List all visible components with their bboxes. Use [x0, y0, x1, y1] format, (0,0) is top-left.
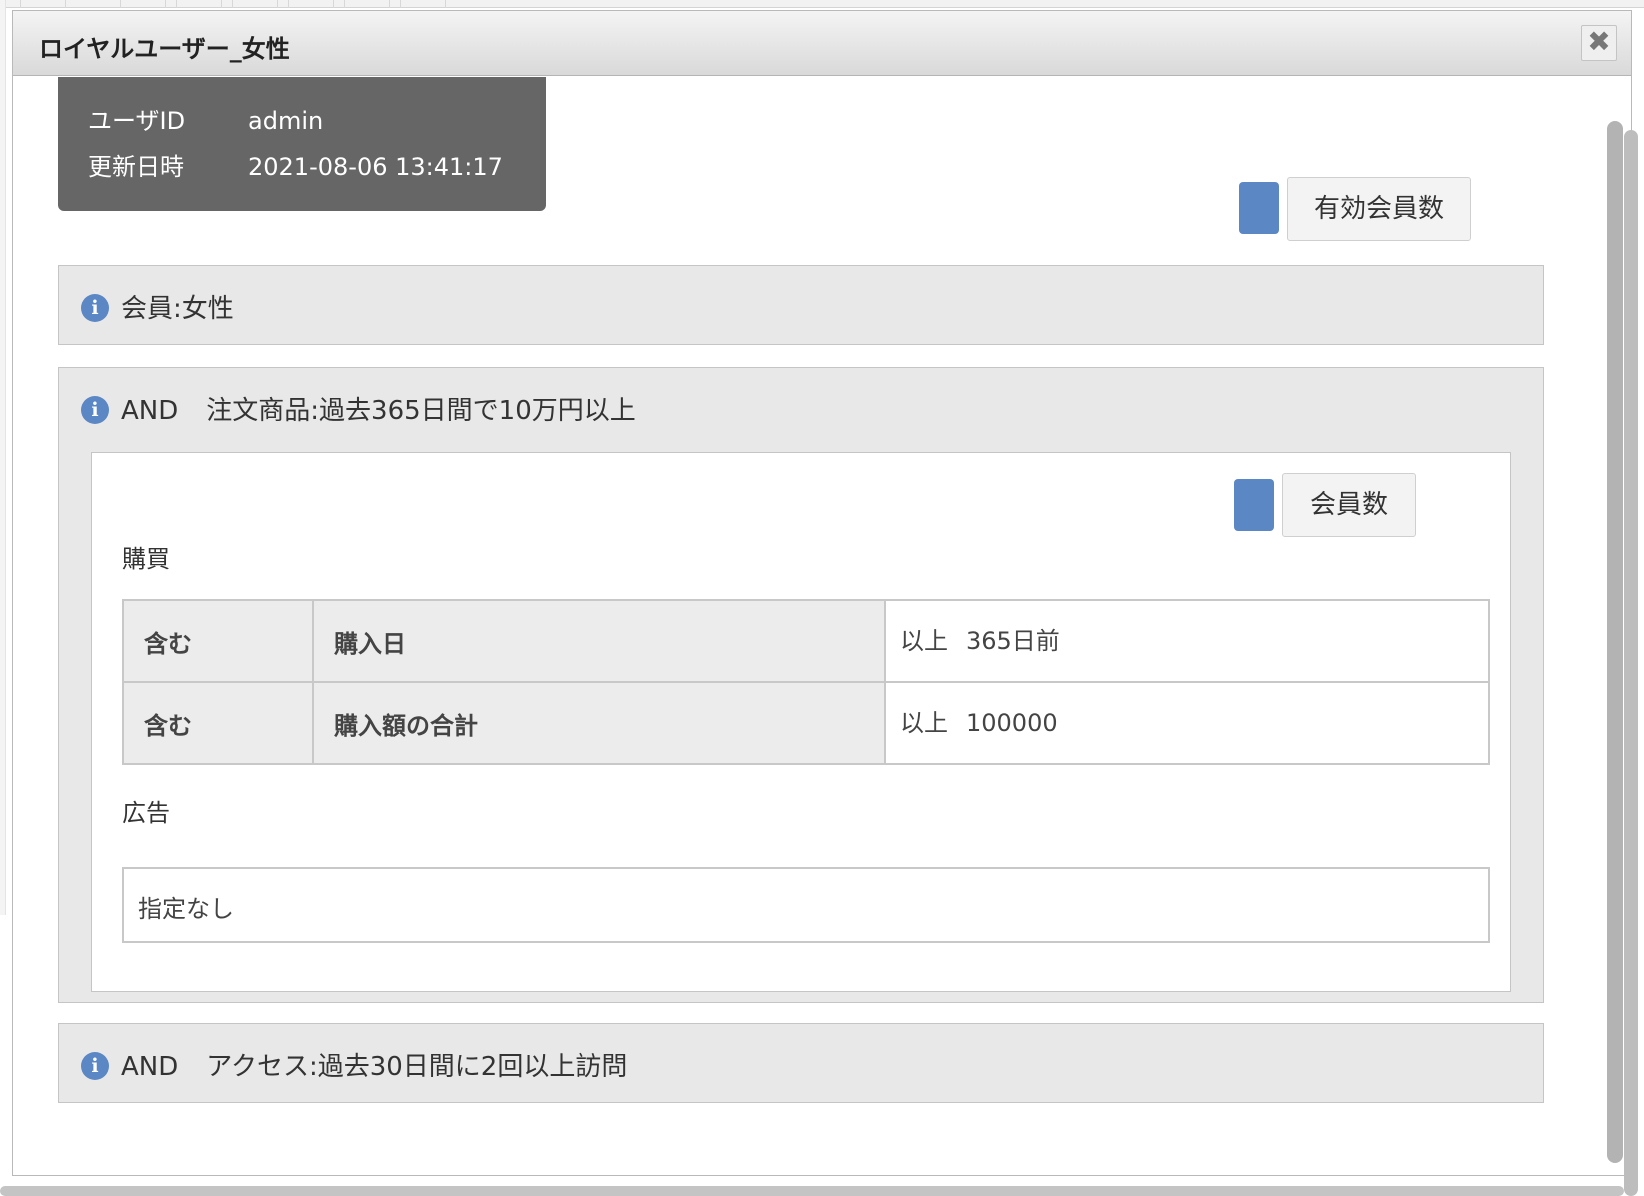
members-color-swatch[interactable]	[1234, 479, 1274, 531]
page-vertical-scrollbar[interactable]	[1624, 130, 1638, 1196]
purchase-section-label: 購買	[122, 545, 170, 573]
close-icon: ✖	[1587, 25, 1611, 58]
segment-dialog: ロイヤルユーザー_女性 ✖ ユーザID admin 更新日時 2021-08-06 …	[12, 10, 1632, 1176]
condition-text: 会員:女性	[121, 294, 234, 324]
user-id-value: admin	[248, 107, 324, 135]
field-cell: 購入日	[312, 599, 886, 683]
close-button[interactable]: ✖	[1581, 25, 1617, 61]
condition-panel-purchase: i AND 注文商品:過去365日間で10万円以上 会員数 購買 含む 購入日 以上…	[58, 367, 1544, 1003]
dialog-vertical-scrollbar[interactable]	[1607, 121, 1623, 1163]
condition-header: i AND アクセス:過去30日間に2回以上訪問	[81, 1046, 627, 1083]
and-operator: AND	[121, 396, 179, 426]
condition-detail-box: 会員数 購買 含む 購入日 以上 365日前 含む 購入額の合計 以上 100000…	[91, 452, 1511, 992]
meta-info-box: ユーザID admin 更新日時 2021-08-06 13:41:17	[58, 77, 546, 211]
condition-panel-access: i AND アクセス:過去30日間に2回以上訪問	[58, 1023, 1544, 1103]
field-cell: 購入額の合計	[312, 681, 886, 765]
page-horizontal-scrollbar[interactable]	[0, 1186, 1624, 1196]
background-panel-edge	[0, 0, 6, 915]
value-cell: 以上 365日前	[884, 599, 1490, 683]
include-cell: 含む	[122, 599, 314, 683]
meta-user-row: ユーザID admin	[88, 101, 323, 136]
condition-header: i 会員:女性	[81, 288, 234, 325]
updated-value: 2021-08-06 13:41:17	[248, 153, 503, 181]
meta-updated-row: 更新日時 2021-08-06 13:41:17	[88, 147, 503, 182]
condition-panel-gender: i 会員:女性	[58, 265, 1544, 345]
user-id-label: ユーザID	[88, 107, 186, 135]
dialog-title: ロイヤルユーザー_女性	[39, 35, 290, 63]
dialog-titlebar[interactable]: ロイヤルユーザー_女性 ✖	[13, 11, 1631, 76]
dialog-content: ユーザID admin 更新日時 2021-08-06 13:41:17 有効会員数…	[13, 77, 1593, 1177]
active-members-count-button[interactable]: 有効会員数	[1287, 177, 1471, 241]
ad-section-label: 広告	[122, 799, 170, 827]
table-row: 含む 購入日 以上 365日前	[122, 599, 1490, 683]
condition-header: i AND 注文商品:過去365日間で10万円以上	[81, 390, 636, 427]
purchase-conditions-table: 含む 購入日 以上 365日前 含む 購入額の合計 以上 100000	[122, 599, 1490, 765]
ad-value-box: 指定なし	[122, 867, 1490, 943]
background-tab-strip	[0, 0, 1644, 8]
info-icon[interactable]: i	[81, 1052, 109, 1080]
value-text: 100000	[966, 709, 1058, 737]
value-cell: 以上 100000	[884, 681, 1490, 765]
info-icon[interactable]: i	[81, 396, 109, 424]
condition-text: 注文商品:過去365日間で10万円以上	[206, 396, 636, 426]
operator-text: 以上	[900, 709, 948, 737]
include-cell: 含む	[122, 681, 314, 765]
active-members-color-swatch[interactable]	[1239, 182, 1279, 234]
info-icon[interactable]: i	[81, 294, 109, 322]
value-text: 365日前	[966, 627, 1060, 655]
table-row: 含む 購入額の合計 以上 100000	[122, 681, 1490, 765]
updated-label: 更新日時	[88, 153, 184, 181]
operator-text: 以上	[900, 627, 948, 655]
members-count-button[interactable]: 会員数	[1282, 473, 1416, 537]
condition-text: アクセス:過去30日間に2回以上訪問	[206, 1052, 628, 1082]
and-operator: AND	[121, 1052, 179, 1082]
